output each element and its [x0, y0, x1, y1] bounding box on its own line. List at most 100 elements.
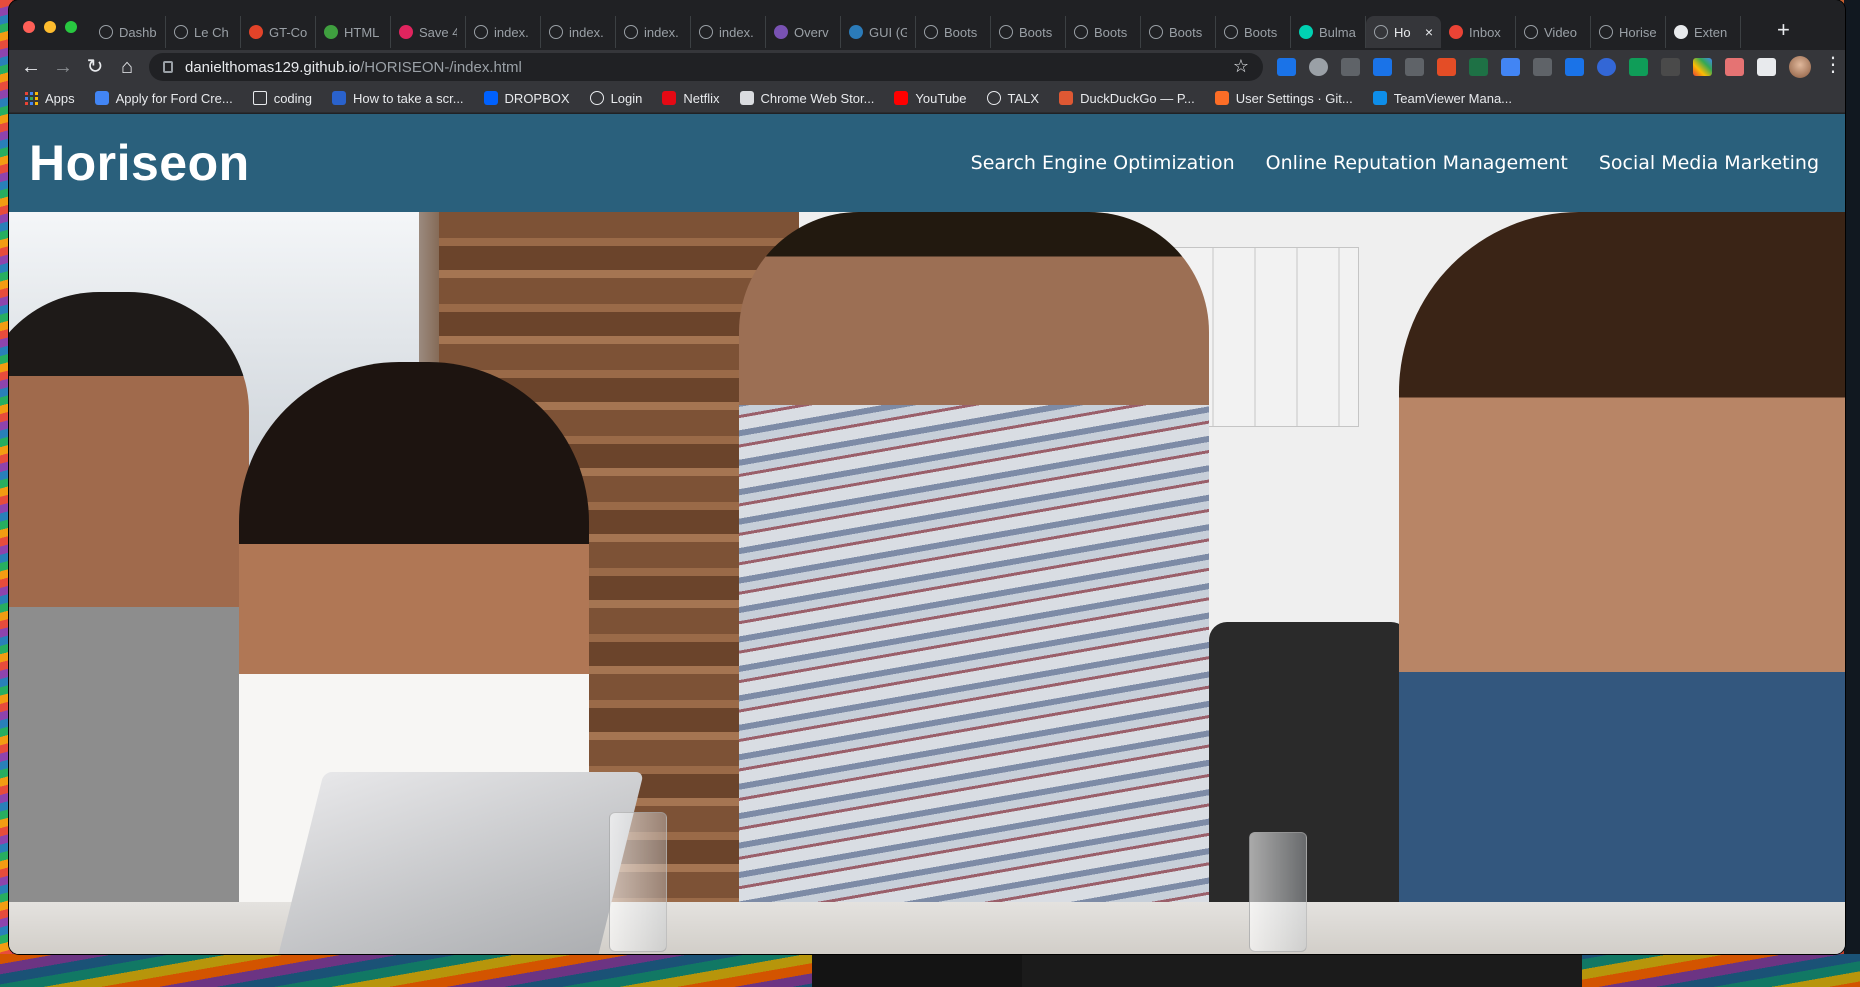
bookmark-item[interactable]: TALX — [986, 90, 1040, 106]
globe-icon — [1599, 25, 1613, 39]
bookmark-item[interactable]: coding — [252, 91, 312, 106]
tab-label: index. — [569, 24, 604, 40]
tab-13[interactable]: Boots — [1066, 16, 1141, 48]
bookmark-item[interactable]: DROPBOX — [483, 91, 570, 106]
extension-icon[interactable] — [1309, 58, 1328, 76]
site-logo[interactable]: Horiseon — [29, 134, 250, 192]
desktop-wallpaper-bottom — [0, 954, 1860, 987]
extension-icon[interactable] — [1693, 58, 1712, 76]
home-icon[interactable]: ⌂ — [111, 50, 143, 84]
tab-8[interactable]: index. — [691, 16, 766, 48]
minimize-window-button[interactable] — [44, 21, 56, 33]
bookmark-label: TALX — [1007, 90, 1040, 106]
apps-icon — [25, 91, 38, 105]
site-header: Horiseon Search Engine Optimization Onli… — [9, 114, 1845, 212]
tab-19[interactable]: Video — [1516, 16, 1591, 48]
excel-icon[interactable] — [1469, 58, 1488, 76]
tab-10[interactable]: GUI (G — [841, 16, 916, 48]
tab-label: index. — [644, 24, 679, 40]
maximize-window-button[interactable] — [65, 21, 77, 33]
save-icon — [399, 25, 413, 39]
globe-icon — [474, 25, 488, 39]
tab-2[interactable]: GT-Co — [241, 16, 316, 48]
profile-avatar[interactable] — [1789, 56, 1811, 78]
bookmark-item[interactable]: Netflix — [662, 90, 720, 106]
close-tab-icon[interactable]: × — [1425, 24, 1433, 40]
download-icon[interactable] — [1565, 58, 1584, 76]
nav-link-smm[interactable]: Social Media Marketing — [1599, 152, 1819, 174]
tab-14[interactable]: Boots — [1141, 16, 1216, 48]
bookmark-item[interactable]: How to take a scr... — [332, 91, 464, 106]
bookmark-label: User Settings · Git... — [1235, 90, 1353, 106]
tab-1[interactable]: Le Ch — [166, 16, 241, 48]
globe-icon — [1224, 25, 1238, 39]
extension-icon[interactable] — [1725, 58, 1744, 76]
tab-20[interactable]: Horise — [1591, 16, 1666, 48]
bookmark-item[interactable]: YouTube — [894, 91, 967, 106]
tab-label: Boots — [944, 24, 978, 40]
tab-15[interactable]: Boots — [1216, 16, 1291, 48]
forward-icon[interactable]: → — [47, 50, 79, 84]
screenshot-icon — [332, 91, 346, 105]
folder-icon — [252, 91, 267, 105]
extension-icon[interactable] — [1341, 58, 1360, 76]
puzzle-icon[interactable] — [1757, 58, 1776, 76]
bookmark-item[interactable]: DuckDuckGo — P... — [1059, 91, 1195, 106]
html-validator-icon[interactable] — [1437, 58, 1456, 76]
back-icon[interactable]: ← — [15, 50, 47, 84]
extension-icon[interactable] — [1597, 58, 1616, 76]
bookmark-item[interactable]: Chrome Web Stor... — [739, 91, 874, 106]
new-tab-button[interactable]: + — [1777, 18, 1790, 42]
tab-18[interactable]: Inbox — [1441, 16, 1516, 48]
url-path: /HORISEON-/index.html — [360, 58, 522, 76]
close-window-button[interactable] — [23, 21, 35, 33]
download-icon[interactable] — [1277, 58, 1296, 76]
docs-icon[interactable] — [1501, 58, 1520, 76]
bookmark-item[interactable]: Login — [589, 91, 642, 106]
tab-12[interactable]: Boots — [991, 16, 1066, 48]
bookmark-star-icon[interactable]: ☆ — [1233, 56, 1249, 77]
tab-9[interactable]: Overv — [766, 16, 841, 48]
tab-label: Ho — [1394, 24, 1411, 40]
bookmark-item[interactable]: Apply for Ford Cre... — [94, 91, 233, 106]
url-host: danielthomas129.github.io — [185, 58, 361, 76]
tab-17[interactable]: Ho × — [1366, 16, 1441, 48]
tab-6[interactable]: index. — [541, 16, 616, 48]
tab-16[interactable]: Bulma — [1291, 16, 1366, 48]
globe-icon — [99, 25, 113, 39]
globe-icon — [624, 25, 638, 39]
teamviewer-icon — [1372, 91, 1387, 105]
tab-0[interactable]: Dashb — [91, 16, 166, 48]
download-icon[interactable] — [1373, 58, 1392, 76]
tab-7[interactable]: index. — [616, 16, 691, 48]
download-icon[interactable] — [1533, 58, 1552, 76]
browser-toolbar: ← → ↻ ⌂ danielthomas129.github.io/HORISE… — [9, 50, 1845, 84]
address-bar[interactable]: danielthomas129.github.io/HORISEON-/inde… — [149, 53, 1263, 81]
nav-link-seo[interactable]: Search Engine Optimization — [971, 152, 1235, 174]
bookmark-label: TeamViewer Mana... — [1393, 90, 1513, 106]
tab-11[interactable]: Boots — [916, 16, 991, 48]
extension-icon[interactable] — [1661, 58, 1680, 76]
menu-icon[interactable]: ⋮ — [1823, 52, 1843, 77]
globe-icon — [924, 25, 938, 39]
tab-21[interactable]: Exten — [1666, 16, 1741, 48]
tab-label: HTML — [344, 24, 380, 40]
tab-label: Overv — [794, 24, 829, 40]
reload-icon[interactable]: ↻ — [79, 50, 111, 84]
bulma-icon — [1299, 25, 1313, 39]
bookmark-label: Netflix — [683, 90, 720, 106]
tab-5[interactable]: index. — [466, 16, 541, 48]
tab-4[interactable]: Save 4 — [391, 16, 466, 48]
chrome-store-icon — [739, 91, 754, 105]
download-icon[interactable] — [1629, 58, 1648, 76]
tab-label: index. — [494, 24, 529, 40]
bookmark-item[interactable]: Apps — [25, 91, 75, 106]
download-icon[interactable] — [1405, 58, 1424, 76]
bookmark-label: Apps — [45, 90, 75, 106]
bookmark-item[interactable]: User Settings · Git... — [1214, 90, 1353, 106]
tab-3[interactable]: HTML — [316, 16, 391, 48]
bookmark-item[interactable]: TeamViewer Mana... — [1372, 90, 1513, 106]
bootstrap-icon — [774, 25, 788, 39]
site-nav: Search Engine Optimization Online Reputa… — [971, 152, 1819, 174]
nav-link-orm[interactable]: Online Reputation Management — [1266, 152, 1568, 174]
